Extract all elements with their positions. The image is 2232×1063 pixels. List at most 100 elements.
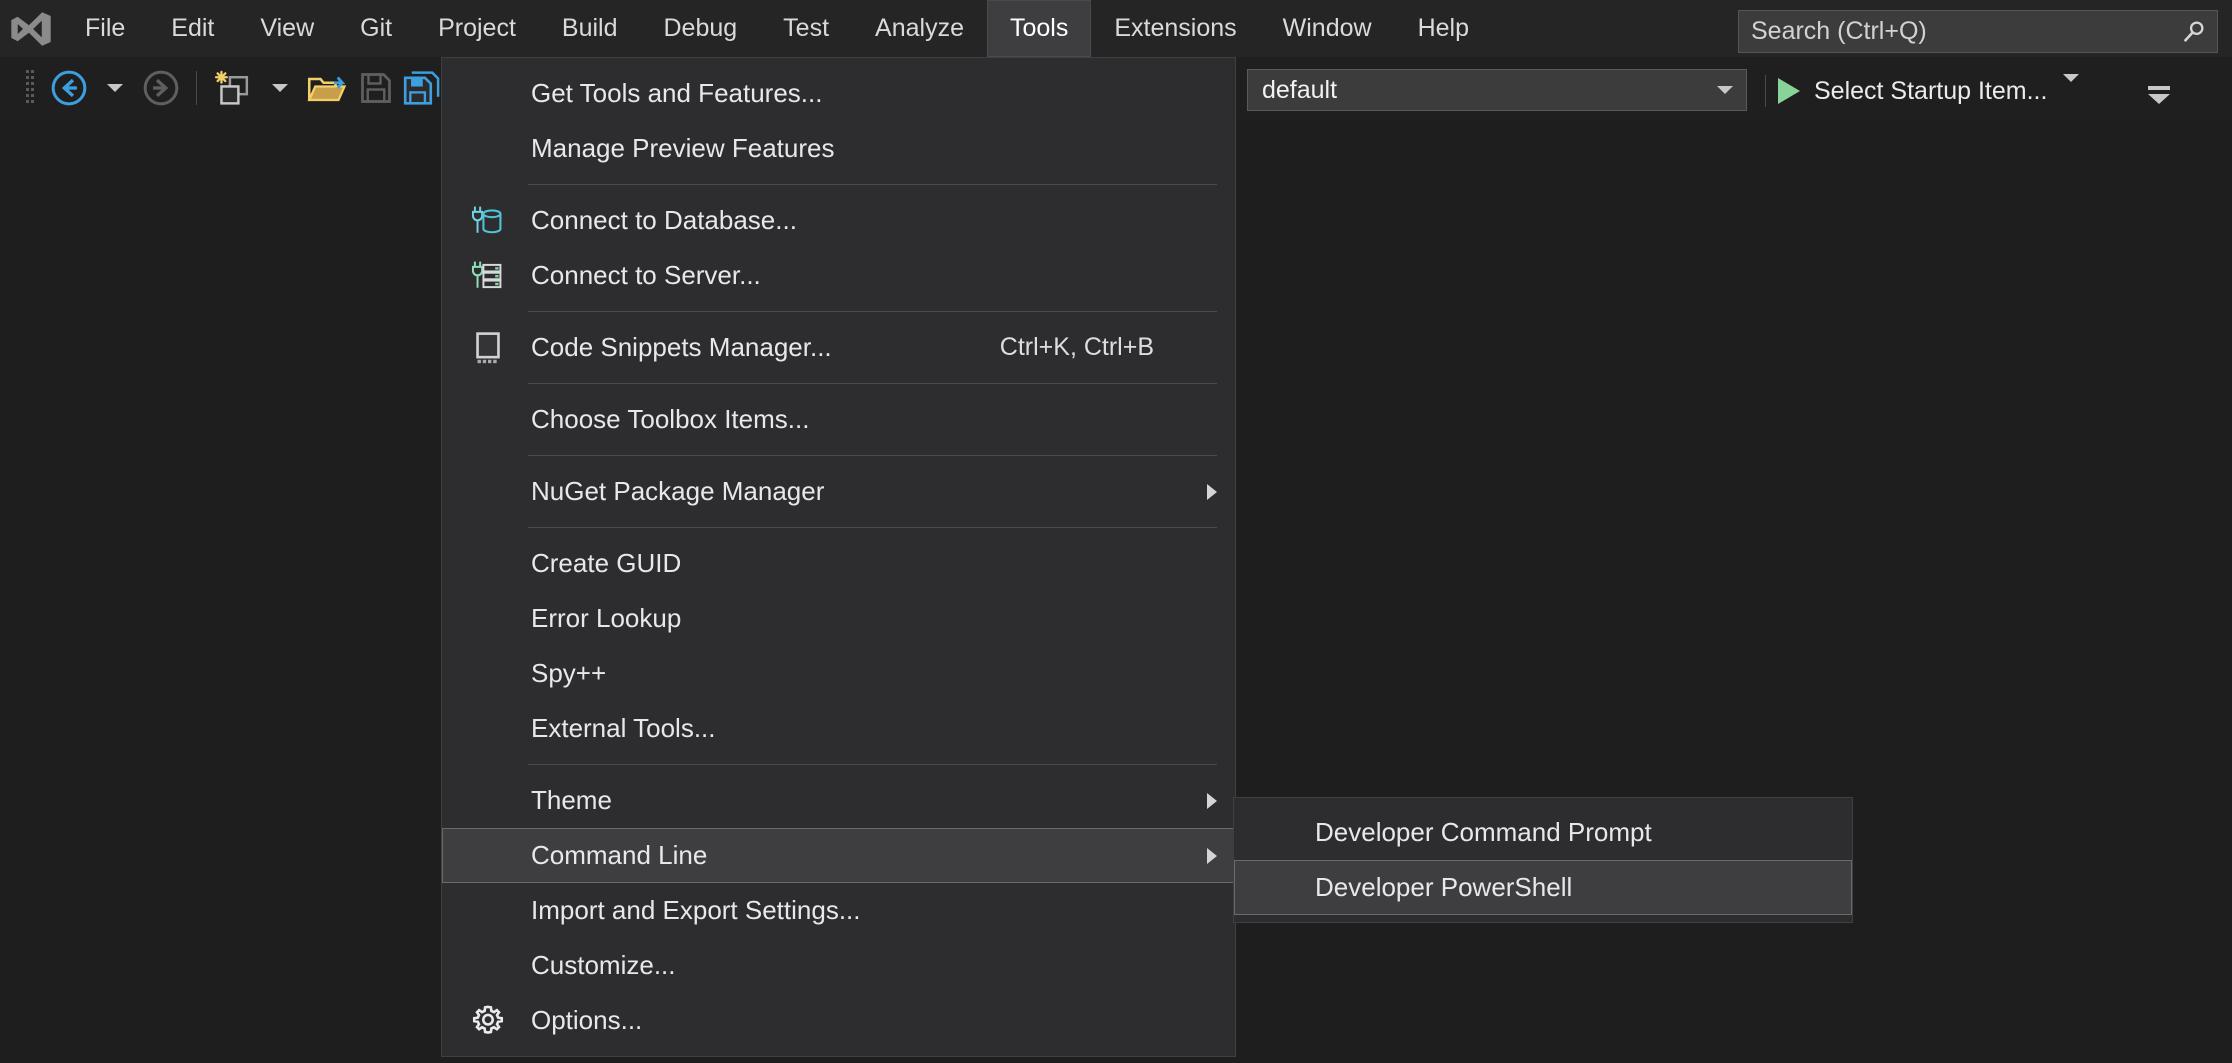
menu-bar-item-debug[interactable]: Debug [641, 0, 761, 57]
menu-separator [528, 184, 1217, 185]
search-icon[interactable] [2171, 11, 2217, 52]
toolbar-options-icon [2148, 86, 2170, 90]
menu-item-spy-plusplus[interactable]: Spy++ [442, 646, 1235, 701]
menu-bar-item-label: Analyze [875, 14, 964, 43]
menu-item-label: Import and Export Settings... [531, 895, 1190, 926]
menu-item-label: Theme [531, 785, 1190, 816]
menu-bar-item-label: Extensions [1114, 14, 1236, 43]
menu-item-code-snippets-manager[interactable]: Code Snippets Manager...Ctrl+K, Ctrl+B [442, 320, 1235, 375]
menu-bar-item-file[interactable]: File [62, 0, 148, 57]
toolbar-overflow-button[interactable] [2142, 79, 2176, 111]
solution-configuration-combobox[interactable]: default [1247, 69, 1747, 111]
menu-bar-item-label: View [260, 14, 314, 43]
navigate-backward-dropdown[interactable] [92, 63, 138, 113]
menu-bar-item-analyze[interactable]: Analyze [852, 0, 987, 57]
menu-item-label: External Tools... [531, 713, 1190, 744]
code-snippets-icon [445, 321, 531, 374]
command-line-submenu: Developer Command Prompt Developer PowerS… [1233, 797, 1853, 923]
save-all-button[interactable] [399, 63, 445, 113]
menu-bar-item-git[interactable]: Git [337, 0, 415, 57]
submenu-item-developer-powershell[interactable]: Developer PowerShell [1234, 860, 1852, 915]
menu-item-shortcut: Ctrl+K, Ctrl+B [1000, 333, 1190, 362]
menu-item-command-line[interactable]: Command Line [442, 828, 1235, 883]
menu-item-connect-to-server[interactable]: Connect to Server... [442, 248, 1235, 303]
menu-item-theme[interactable]: Theme [442, 773, 1235, 828]
menu-item-nuget-package-manager[interactable]: NuGet Package Manager [442, 464, 1235, 519]
menu-bar-item-help[interactable]: Help [1395, 0, 1492, 57]
menu-item-icon-slot [445, 465, 531, 518]
menu-item-icon-slot [1237, 806, 1315, 859]
menu-item-icon-slot [445, 939, 531, 992]
menu-item-import-and-export-settings[interactable]: Import and Export Settings... [442, 883, 1235, 938]
new-project-dropdown[interactable] [257, 63, 303, 113]
menu-bar-items: FileEdit View Git Project Build Debug Test Anal… [62, 0, 1492, 57]
chevron-right-icon [1190, 484, 1234, 500]
menu-separator [528, 383, 1217, 384]
menu-bar-item-extensions[interactable]: Extensions [1091, 0, 1259, 57]
play-triangle-icon [1778, 78, 1800, 104]
menu-item-error-lookup[interactable]: Error Lookup [442, 591, 1235, 646]
menu-item-icon-slot [445, 647, 531, 700]
menu-item-label: Connect to Server... [531, 260, 1190, 291]
submenu-item-developer-command-prompt[interactable]: Developer Command Prompt [1234, 805, 1852, 860]
select-startup-item-button[interactable]: Select Startup Item... [1778, 71, 2079, 111]
menu-item-icon-slot [445, 884, 531, 937]
menu-item-label: Customize... [531, 950, 1190, 981]
menu-bar-item-label: Help [1418, 14, 1469, 43]
menu-item-create-guid[interactable]: Create GUID [442, 536, 1235, 591]
menu-bar-item-window[interactable]: Window [1260, 0, 1395, 57]
open-file-button[interactable] [303, 63, 353, 113]
menu-item-icon-slot [1237, 861, 1315, 914]
new-project-button[interactable] [209, 63, 257, 113]
menu-bar-item-label: Test [783, 14, 829, 43]
menu-item-label: Get Tools and Features... [531, 78, 1190, 109]
menu-bar-item-label: Build [562, 14, 618, 43]
menu-item-label: Create GUID [531, 548, 1190, 579]
menu-item-label: Code Snippets Manager... [531, 332, 1000, 363]
solution-configuration-value: default [1248, 76, 1704, 105]
toolbar-separator [1765, 75, 1766, 107]
menu-bar-item-tools[interactable]: Tools [987, 0, 1091, 57]
menu-item-options[interactable]: Options... [442, 993, 1235, 1048]
toolbar-separator [196, 71, 197, 105]
chevron-down-icon[interactable] [2063, 82, 2079, 100]
chevron-right-icon [1190, 793, 1234, 809]
menu-item-external-tools[interactable]: External Tools... [442, 701, 1235, 756]
chevron-down-icon[interactable] [1704, 86, 1746, 94]
navigate-forward-button[interactable] [138, 63, 184, 113]
menu-item-get-tools-and-features[interactable]: Get Tools and Features... [442, 66, 1235, 121]
menu-item-icon-slot [445, 592, 531, 645]
menu-item-customize[interactable]: Customize... [442, 938, 1235, 993]
chevron-down-icon [107, 84, 123, 92]
chevron-right-icon [1190, 848, 1234, 864]
save-button[interactable] [353, 63, 399, 113]
menu-item-label: Error Lookup [531, 603, 1190, 634]
menu-item-icon-slot [445, 122, 531, 175]
menu-bar-item-project[interactable]: Project [415, 0, 539, 57]
connect-to-server-icon [445, 249, 531, 302]
drag-grip-icon[interactable] [18, 69, 42, 107]
menu-item-connect-to-database[interactable]: Connect to Database... [442, 193, 1235, 248]
search-input[interactable] [1739, 11, 2171, 52]
menu-bar-item-build[interactable]: Build [539, 0, 641, 57]
menu-bar-item-label: Tools [1010, 14, 1068, 43]
menu-item-manage-preview-features[interactable]: Manage Preview Features [442, 121, 1235, 176]
menu-item-choose-toolbox-items[interactable]: Choose Toolbox Items... [442, 392, 1235, 447]
menu-item-label: Manage Preview Features [531, 133, 1190, 164]
menu-bar-item-edit[interactable]: Edit [148, 0, 237, 57]
navigate-backward-button[interactable] [46, 63, 92, 113]
menu-bar-item-test[interactable]: Test [760, 0, 852, 57]
menu-separator [528, 527, 1217, 528]
menu-bar-item-view[interactable]: View [237, 0, 337, 57]
menu-item-icon-slot [445, 774, 531, 827]
visual-studio-logo-icon [0, 0, 62, 57]
menu-bar-item-label: Window [1283, 14, 1372, 43]
menu-bar-item-label: Git [360, 14, 392, 43]
menu-item-icon-slot [445, 829, 531, 882]
menu-item-label: Developer Command Prompt [1315, 817, 1807, 848]
menu-separator [528, 311, 1217, 312]
menu-bar: FileEdit View Git Project Build Debug Test Anal… [0, 0, 2232, 57]
menu-item-label: NuGet Package Manager [531, 476, 1190, 507]
menu-item-icon-slot [445, 393, 531, 446]
search-box[interactable] [1738, 10, 2218, 53]
